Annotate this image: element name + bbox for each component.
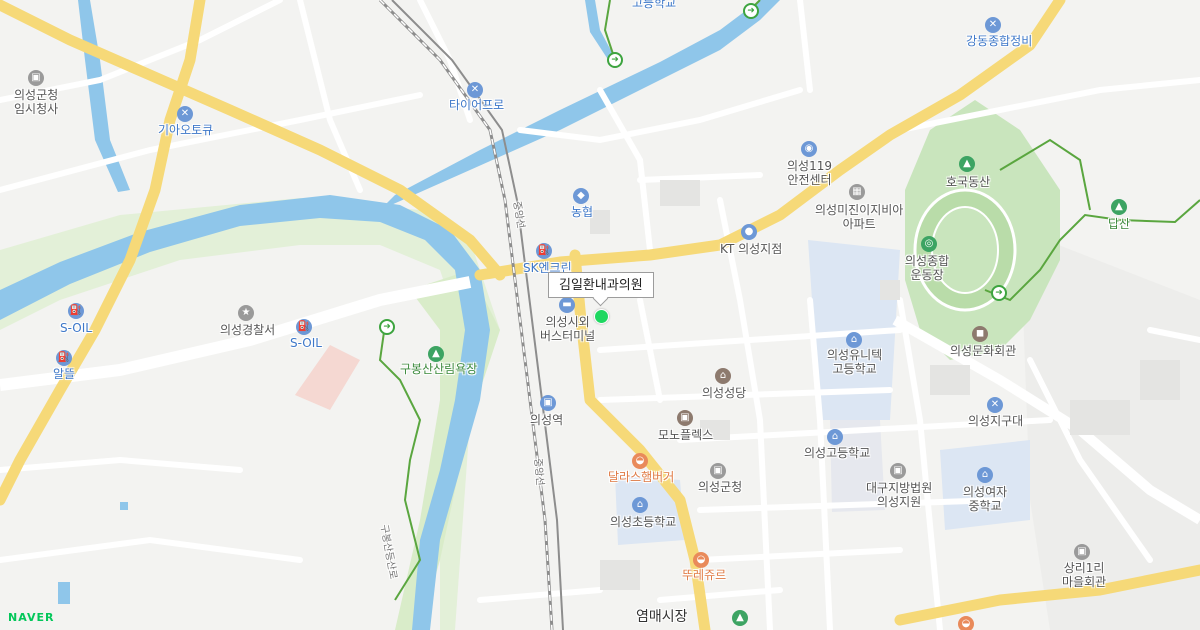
park-icon[interactable]: ▲ bbox=[959, 156, 975, 172]
gas-station-icon[interactable]: ⛽ bbox=[296, 319, 312, 335]
trail-marker-icon[interactable]: ➜ bbox=[379, 319, 395, 335]
repair-icon[interactable]: ✕ bbox=[177, 106, 193, 122]
gas-station-icon[interactable]: ⛽ bbox=[68, 303, 84, 319]
label-culture-hall[interactable]: 의성문화회관 bbox=[950, 344, 1016, 358]
label-police-station[interactable]: 의성경찰서 bbox=[220, 323, 275, 337]
label-county-temp-office[interactable]: 의성군청 임시청사 bbox=[14, 88, 58, 116]
bank-icon[interactable]: ◆ bbox=[573, 188, 589, 204]
stadium-icon[interactable]: ◎ bbox=[921, 236, 937, 252]
bus-icon[interactable]: ▬ bbox=[559, 297, 575, 313]
school-icon[interactable]: ⌂ bbox=[827, 429, 843, 445]
label-stadium[interactable]: 의성종합 운동장 bbox=[905, 254, 949, 282]
church-icon[interactable]: ⌂ bbox=[715, 368, 731, 384]
selected-place-callout[interactable]: 김일환내과의원 bbox=[548, 272, 654, 298]
culture-hall-icon[interactable]: ◼ bbox=[972, 326, 988, 342]
government-icon[interactable]: ▣ bbox=[28, 70, 44, 86]
label-soil-mid[interactable]: S-OIL bbox=[290, 336, 322, 350]
school-icon[interactable]: ⌂ bbox=[846, 332, 862, 348]
police-icon[interactable]: ★ bbox=[238, 305, 254, 321]
label-gubongsan-forest[interactable]: 구봉산산림욕장 bbox=[400, 362, 477, 376]
police-box-icon[interactable]: ✕ bbox=[987, 397, 1003, 413]
label-bus-terminal[interactable]: 의성시외 버스터미널 bbox=[540, 315, 595, 343]
park-icon[interactable]: ▲ bbox=[732, 610, 748, 626]
label-cathedral[interactable]: 의성성당 bbox=[702, 386, 746, 400]
repair-icon[interactable]: ✕ bbox=[985, 17, 1001, 33]
label-high-school-top[interactable]: 고등학교 bbox=[632, 0, 676, 10]
naver-logo: NAVER bbox=[8, 611, 55, 624]
label-police-box[interactable]: 의성지구대 bbox=[968, 414, 1023, 428]
gas-station-icon[interactable]: ⛽ bbox=[56, 350, 72, 366]
label-community-hall[interactable]: 상리1리 마을회관 bbox=[1062, 561, 1106, 589]
label-soil-left[interactable]: S-OIL bbox=[60, 321, 92, 335]
school-icon[interactable]: ⌂ bbox=[632, 497, 648, 513]
label-kt-branch[interactable]: KT 의성지점 bbox=[720, 242, 782, 256]
police-area bbox=[295, 345, 360, 410]
label-kia-service[interactable]: 기아오토큐 bbox=[158, 123, 213, 137]
map-canvas[interactable]: ✕ ▣ ✕ ✕ ◉ ◆ ▦ ▲ ▲ ● ⛽ ◎ ⛽ ★ ⛽ ▬ ◼ ⌂ ⛽ ▲ … bbox=[0, 0, 1200, 630]
forest-icon[interactable]: ▲ bbox=[428, 346, 444, 362]
label-station[interactable]: 의성역 bbox=[530, 413, 563, 427]
school-icon[interactable]: ⌂ bbox=[977, 467, 993, 483]
label-dapsan[interactable]: 답산 bbox=[1108, 217, 1130, 231]
fire-station-icon[interactable]: ◉ bbox=[801, 141, 817, 157]
trail-marker-icon[interactable]: ➜ bbox=[607, 52, 623, 68]
mountain-icon[interactable]: ▲ bbox=[1111, 199, 1127, 215]
label-mijin-apartment[interactable]: 의성미진이지비아 아파트 bbox=[815, 203, 903, 231]
train-icon[interactable]: ▣ bbox=[540, 395, 556, 411]
label-hoguk-park[interactable]: 호국동산 bbox=[946, 175, 990, 189]
label-altteul[interactable]: 알뜰 bbox=[53, 367, 75, 381]
cinema-icon[interactable]: ▣ bbox=[677, 410, 693, 426]
label-elementary-school[interactable]: 의성초등학교 bbox=[610, 515, 676, 529]
community-hall-icon[interactable]: ▣ bbox=[1074, 544, 1090, 560]
label-high-school[interactable]: 의성고등학교 bbox=[804, 446, 870, 460]
gas-station-icon[interactable]: ⛽ bbox=[536, 243, 552, 259]
label-district-court[interactable]: 대구지방법원 의성지원 bbox=[866, 481, 932, 509]
road-label-jungang-line-2: 중앙선 bbox=[531, 457, 545, 487]
court-icon[interactable]: ▣ bbox=[890, 463, 906, 479]
bakery-icon[interactable]: ◒ bbox=[693, 552, 709, 568]
selected-place-marker[interactable] bbox=[594, 309, 609, 324]
government-icon[interactable]: ▣ bbox=[710, 463, 726, 479]
restaurant-icon[interactable]: ◒ bbox=[632, 453, 648, 469]
apartment-icon[interactable]: ▦ bbox=[849, 184, 865, 200]
label-cinema[interactable]: 모노플렉스 bbox=[658, 428, 713, 442]
label-tous-les-jours[interactable]: 뚜레쥬르 bbox=[682, 568, 726, 582]
trail-marker-icon[interactable]: ➜ bbox=[991, 285, 1007, 301]
label-119-center[interactable]: 의성119 안전센터 bbox=[787, 159, 832, 187]
label-tire-shop[interactable]: 타이어프로 bbox=[449, 98, 504, 112]
label-unitech-school[interactable]: 의성유니텍 고등학교 bbox=[827, 348, 882, 376]
label-gangdong-repair[interactable]: 강동종합정비 bbox=[966, 34, 1032, 48]
telecom-icon[interactable]: ● bbox=[741, 224, 757, 240]
label-county-office[interactable]: 의성군청 bbox=[698, 480, 742, 494]
label-nonghyup[interactable]: 농협 bbox=[571, 205, 593, 219]
trail-marker-icon[interactable]: ➜ bbox=[743, 3, 759, 19]
label-dallas-burger[interactable]: 달라스햄버거 bbox=[608, 470, 674, 484]
label-girls-middle-school[interactable]: 의성여자 중학교 bbox=[963, 485, 1007, 513]
label-market[interactable]: 염매시장 bbox=[636, 610, 688, 624]
restaurant-icon[interactable]: ◒ bbox=[958, 616, 974, 630]
repair-icon[interactable]: ✕ bbox=[467, 82, 483, 98]
